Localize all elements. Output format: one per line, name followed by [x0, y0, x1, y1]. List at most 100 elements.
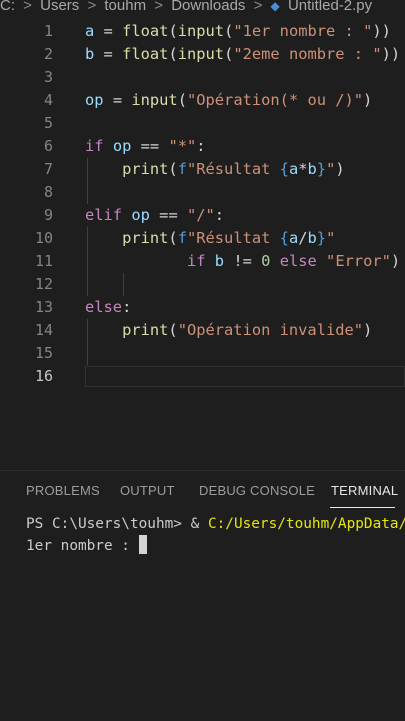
code-line[interactable]: 6 if op == "*":: [0, 135, 405, 158]
code-line[interactable]: 16: [0, 365, 405, 388]
code-token: "Résultat: [186, 229, 280, 247]
code-line[interactable]: 10 print(f"Résultat {a/b}": [0, 227, 405, 250]
line-number: 14: [34, 321, 53, 339]
terminal-input-line[interactable]: 1er nombre :: [26, 535, 147, 557]
code-line[interactable]: 12: [0, 273, 405, 296]
python-file-icon: ◆: [270, 0, 280, 13]
code-token: f: [177, 229, 187, 247]
code-token: {: [279, 229, 289, 247]
code-line[interactable]: 8: [0, 181, 405, 204]
code-text: if b != 0 else "Error"): [85, 250, 400, 273]
breadcrumb-separator: >: [253, 0, 263, 14]
code-token: !=: [224, 252, 262, 270]
line-number: 12: [34, 275, 53, 293]
code-token: input: [177, 45, 225, 63]
breadcrumb-item-file[interactable]: Untitled-2.py: [288, 0, 372, 14]
line-number: 10: [34, 229, 53, 247]
code-token: (: [224, 22, 234, 40]
breadcrumb-item-users[interactable]: Users: [40, 0, 79, 14]
code-token: =: [103, 91, 132, 109]
code-token: (: [168, 321, 178, 339]
tab-debug-console[interactable]: DEBUG CONSOLE: [199, 483, 315, 498]
code-token: "Error": [326, 252, 391, 270]
code-token: "*": [168, 137, 197, 155]
line-number: 11: [34, 252, 53, 270]
code-token: "/": [186, 206, 215, 224]
line-number: 3: [43, 68, 53, 86]
code-token: )): [372, 22, 391, 40]
code-line[interactable]: 4 op = input("Opération(* ou /)"): [0, 89, 405, 112]
code-token: b: [307, 229, 317, 247]
line-number: 13: [34, 298, 53, 316]
code-token: =: [94, 22, 123, 40]
code-token: input: [131, 91, 178, 109]
code-token: b: [214, 252, 225, 270]
code-line[interactable]: 2b = float(input("2eme nombre : ")): [0, 43, 405, 66]
code-line[interactable]: 13 else:: [0, 296, 405, 319]
code-text: print(f"Résultat {a*b}"): [85, 158, 345, 181]
breadcrumb-separator: >: [87, 0, 97, 14]
code-token: (: [177, 91, 187, 109]
code-token: "2eme nombre : ": [233, 45, 382, 63]
tab-output[interactable]: OUTPUT: [120, 483, 175, 498]
breadcrumb-item-downloads[interactable]: Downloads: [171, 0, 245, 14]
code-token: )): [381, 45, 401, 63]
terminal-cursor: [138, 535, 147, 554]
code-token: (: [168, 160, 178, 178]
code-token: *: [298, 160, 308, 178]
indent-guide: [123, 273, 124, 296]
code-token: elif: [85, 206, 123, 224]
code-token: ==: [149, 206, 187, 224]
code-token: "Résultat: [186, 160, 280, 178]
indent-guide: [87, 227, 88, 296]
code-editor[interactable]: 1a = float(input("1er nombre : ")) 2 b = f…: [0, 20, 405, 420]
code-line[interactable]: 14 print("Opération invalide"): [0, 319, 405, 342]
code-token: op: [85, 91, 104, 109]
breadcrumb-separator: >: [154, 0, 164, 14]
code-token: ": [326, 229, 336, 247]
code-token: :: [196, 137, 206, 155]
code-token: input: [177, 22, 225, 40]
code-line[interactable]: 5: [0, 112, 405, 135]
code-text: elif op == "/":: [85, 204, 224, 227]
breadcrumb-item-user[interactable]: touhm: [104, 0, 146, 14]
code-token: if: [186, 252, 206, 270]
breadcrumb-item-drive[interactable]: C:: [0, 0, 15, 14]
terminal-command-line: PS C:\Users\touhm> & C:/Users/touhm/AppD…: [26, 513, 405, 535]
breadcrumb-separator: >: [23, 0, 32, 14]
code-line[interactable]: 1a = float(input("1er nombre : ")): [0, 20, 405, 43]
code-token: else: [279, 252, 317, 270]
bottom-panel: PROBLEMS OUTPUT DEBUG CONSOLE TERMINAL P…: [0, 470, 405, 721]
code-token: f: [177, 160, 187, 178]
indent-guide: [87, 158, 88, 204]
code-text: else:: [85, 296, 131, 319]
active-tab-indicator: [330, 507, 395, 508]
terminal-output-text: 1er nombre :: [26, 538, 139, 554]
code-line[interactable]: 15: [0, 342, 405, 365]
code-token: {: [279, 160, 289, 178]
code-token: "Opération(* ou /)": [186, 91, 364, 109]
code-line[interactable]: 9 elif op == "/":: [0, 204, 405, 227]
code-token: if: [85, 137, 104, 155]
tab-terminal[interactable]: TERMINAL: [331, 483, 398, 498]
code-token: float: [122, 45, 169, 63]
tab-problems[interactable]: PROBLEMS: [26, 483, 100, 498]
code-token: ): [363, 91, 373, 109]
code-token: 0: [261, 252, 271, 270]
terminal-command-path: C:/Users/touhm/AppData/L: [207, 516, 405, 532]
code-text: b = float(input("2eme nombre : ")): [85, 43, 400, 66]
code-token: float: [122, 22, 169, 40]
code-token: "1er nombre : ": [233, 22, 373, 40]
code-token: op: [131, 206, 150, 224]
code-line[interactable]: 7 print(f"Résultat {a*b}"): [0, 158, 405, 181]
code-token: ): [335, 160, 345, 178]
code-line[interactable]: 11 if b != 0 else "Error"): [0, 250, 405, 273]
terminal-prompt: PS C:\Users\touhm> &: [26, 516, 208, 532]
code-line[interactable]: 3: [0, 66, 405, 89]
line-number: 6: [43, 137, 53, 155]
